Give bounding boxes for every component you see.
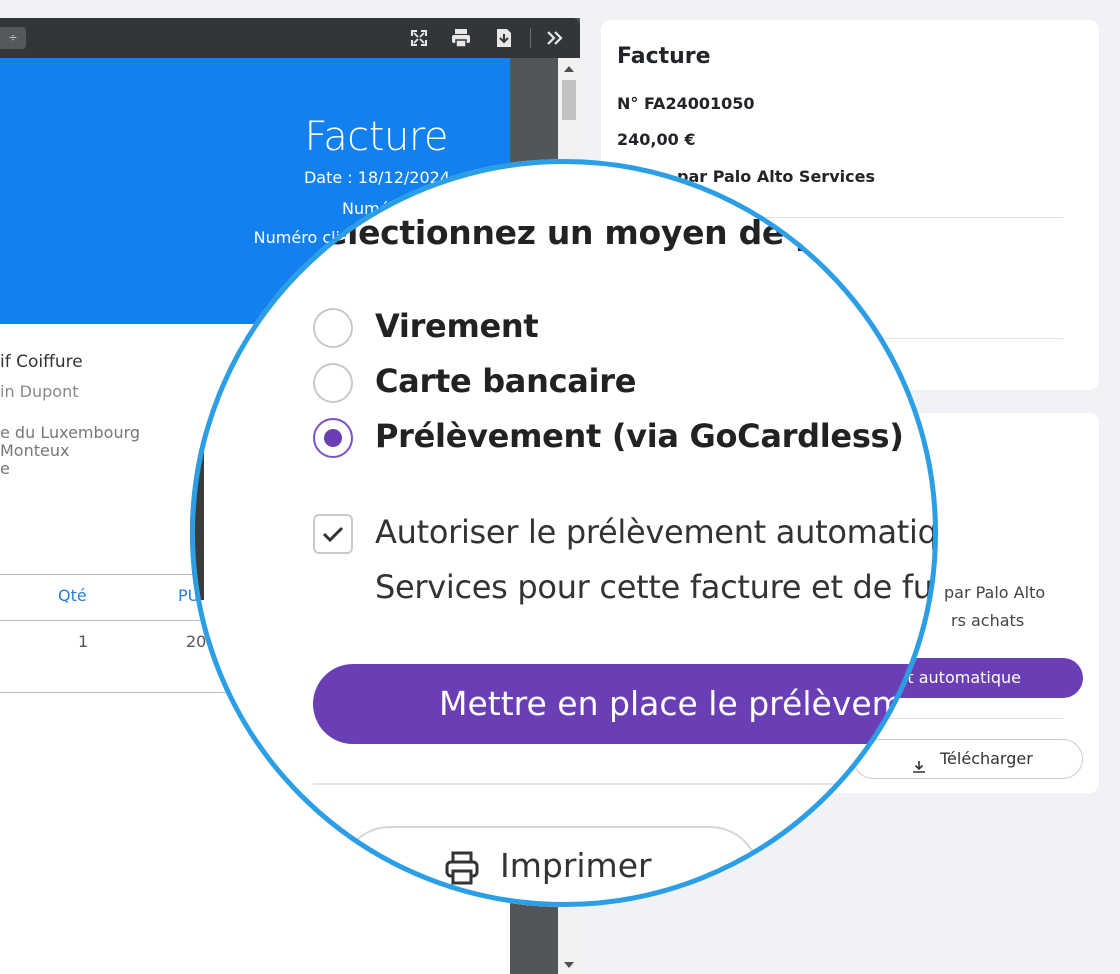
option-label-prelevement[interactable]: Prélèvement (via GoCardless) — [375, 417, 904, 455]
option-label-virement[interactable]: Virement — [375, 307, 539, 345]
address-line1: e du Luxembourg — [0, 423, 141, 442]
client-contact: in Dupont — [0, 382, 79, 401]
toolbar-separator — [530, 28, 531, 48]
radio-selected-dot — [324, 429, 342, 447]
radio-prelevement[interactable] — [313, 418, 353, 458]
fit-page-icon[interactable] — [407, 26, 431, 50]
invoice-card-number: N° FA24001050 — [617, 94, 755, 113]
setup-direct-debit-button-zoomed[interactable]: Mettre en place le prélèvemen — [313, 664, 938, 744]
invoice-card-amount: 240,00 € — [617, 130, 696, 149]
authorize-text-line2: Services pour cette facture et de futu — [375, 568, 938, 606]
viewer-edge — [190, 420, 204, 600]
scroll-thumb[interactable] — [562, 80, 576, 120]
address-line2: Monteux — [0, 441, 70, 460]
payment-future-text: rs achats — [951, 611, 1025, 630]
print-icon[interactable] — [449, 26, 473, 50]
option-label-carte-bancaire[interactable]: Carte bancaire — [375, 362, 636, 400]
payment-issuer-text: par Palo Alto — [944, 583, 1046, 602]
scroll-down-icon[interactable] — [564, 962, 574, 968]
page-select[interactable]: ÷ — [0, 27, 26, 49]
print-label[interactable]: Imprimer — [500, 846, 652, 885]
table-header-qty: Qté — [58, 586, 87, 605]
scroll-up-icon[interactable] — [564, 66, 574, 72]
client-name: if Coiffure — [0, 352, 83, 372]
download-label: Télécharger — [940, 749, 1033, 768]
row-qty: 1 — [78, 632, 89, 651]
download-icon[interactable] — [492, 26, 516, 50]
magnifier: électionnez un moyen de pa Virement Cart… — [190, 159, 938, 907]
radio-carte-bancaire[interactable] — [313, 363, 353, 403]
radio-virement[interactable] — [313, 308, 353, 348]
invoice-title: Facture — [304, 114, 448, 160]
payment-method-heading: électionnez un moyen de pa — [325, 213, 841, 252]
printer-icon — [442, 848, 482, 892]
authorize-text-line1: Autoriser le prélèvement automatiqu — [375, 513, 938, 551]
pdf-toolbar: ÷ — [0, 18, 580, 58]
divider — [313, 783, 938, 785]
check-icon — [322, 526, 344, 543]
authorize-checkbox[interactable] — [313, 514, 353, 554]
address-line3: e — [0, 459, 10, 478]
invoice-card-title: Facture — [617, 44, 711, 69]
more-icon[interactable] — [543, 26, 567, 50]
